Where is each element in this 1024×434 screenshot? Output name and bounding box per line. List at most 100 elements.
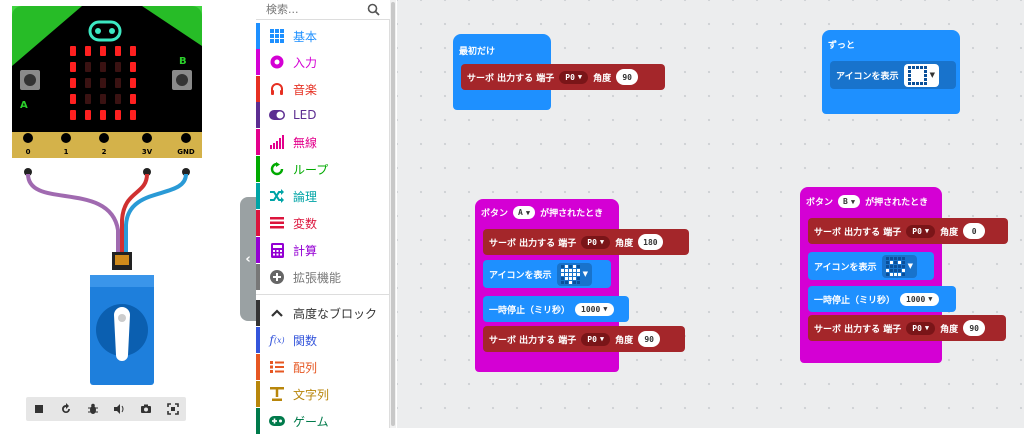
gamepad-icon <box>269 413 285 429</box>
toolbox: 基本 入力 音楽 LED 無線 ループ 論理 <box>256 0 390 434</box>
category-input[interactable]: 入力 <box>256 49 390 75</box>
fullscreen-icon[interactable] <box>163 399 183 419</box>
sound-icon[interactable] <box>109 399 129 419</box>
servo-write-block[interactable]: サーボ 出力する 端子 P0 ▼ 角度 90 <box>461 64 665 90</box>
category-label: 入力 <box>293 55 318 70</box>
input-icon <box>269 54 285 70</box>
icon-dropdown[interactable]: ▼ <box>903 63 939 87</box>
servo-write-block[interactable]: サーボ 出力する 端子 P0 ▼ 角度 90 <box>483 326 685 352</box>
search-icon[interactable] <box>367 3 380 16</box>
category-label: 拡張機能 <box>293 270 342 285</box>
toggle-icon <box>269 107 285 123</box>
servo-write-block[interactable]: サーボ 出力する 端子 P0 ▼ 角度 0 <box>808 218 1008 244</box>
calculator-icon <box>269 242 285 258</box>
show-icon-block[interactable]: アイコンを表示 ▼ <box>808 252 934 280</box>
toolbox-scrollbar[interactable] <box>390 0 396 428</box>
category-label: 配列 <box>293 360 318 375</box>
servo-write-block[interactable]: サーボ 出力する 端子 P0 ▼ 角度 90 <box>808 315 1006 341</box>
headphones-icon <box>269 81 285 97</box>
text-icon <box>269 386 285 402</box>
stop-icon[interactable] <box>29 399 49 419</box>
angle-label: 角度 <box>615 238 634 249</box>
square-icon <box>907 65 927 85</box>
category-extensions[interactable]: 拡張機能 <box>256 264 390 290</box>
button-a[interactable] <box>24 74 36 86</box>
servo-label: サーボ 出力する 端子 <box>489 335 577 346</box>
pin-dropdown[interactable]: P0 ▼ <box>559 70 589 84</box>
servo-label: サーボ 出力する 端子 <box>467 73 555 84</box>
servo-wiring <box>24 168 190 385</box>
pause-dropdown[interactable]: 1000 ▼ <box>575 302 614 316</box>
servo-label: サーボ 出力する 端子 <box>489 238 577 249</box>
divider <box>256 294 390 295</box>
restart-icon[interactable] <box>56 399 76 419</box>
pause-block[interactable]: 一時停止（ミリ秒） 1000 ▼ <box>808 286 956 312</box>
shuffle-icon <box>269 188 285 204</box>
category-label: 文字列 <box>293 387 330 402</box>
angle-input[interactable]: 90 <box>616 69 639 85</box>
icon-dropdown[interactable]: ▼ <box>881 254 917 278</box>
category-logic[interactable]: 論理 <box>256 183 390 209</box>
simulator-toolbar <box>26 397 186 421</box>
blocks-workspace[interactable]: 最初だけ サーボ 出力する 端子 P0 ▼ 角度 90 ずっと アイコンを表示 ▼… <box>397 0 1024 428</box>
category-label: 基本 <box>293 29 318 44</box>
category-math[interactable]: 計算 <box>256 237 390 263</box>
pause-dropdown[interactable]: 1000 ▼ <box>900 292 939 306</box>
pin-dropdown[interactable]: P0 ▼ <box>581 235 611 249</box>
screenshot-icon[interactable] <box>136 399 156 419</box>
category-label: 計算 <box>293 243 318 258</box>
category-label: 論理 <box>293 189 318 204</box>
category-arrays[interactable]: 配列 <box>256 354 390 380</box>
simulator-panel: A B 0 1 2 3V GND <box>0 0 248 428</box>
search-input[interactable] <box>266 1 366 17</box>
category-text[interactable]: 文字列 <box>256 381 390 407</box>
angle-input[interactable]: 90 <box>963 320 986 336</box>
pin-dropdown[interactable]: P0 ▼ <box>906 321 936 335</box>
loop-icon <box>269 161 285 177</box>
button-event-header: ボタン B ▼ が押されたとき <box>806 195 929 208</box>
category-basic[interactable]: 基本 <box>256 23 390 49</box>
pause-label: 一時停止（ミリ秒） <box>489 305 571 316</box>
button-dropdown[interactable]: B ▼ <box>838 195 861 208</box>
category-variables[interactable]: 変数 <box>256 210 390 236</box>
category-functions[interactable]: f (x) 関数 <box>256 327 390 353</box>
show-icon-block[interactable]: アイコンを表示 ▼ <box>483 260 611 288</box>
angle-input[interactable]: 0 <box>963 223 986 239</box>
servo-write-block[interactable]: サーボ 出力する 端子 P0 ▼ 角度 180 <box>483 229 689 255</box>
category-advanced[interactable]: 高度なブロック <box>256 300 390 326</box>
pin-dropdown[interactable]: P0 ▼ <box>581 332 611 346</box>
category-label: 関数 <box>293 333 318 348</box>
on-start-label: 最初だけ <box>459 47 496 57</box>
microbit-board: A B 0 1 2 3V GND <box>12 6 202 158</box>
angle-input[interactable]: 90 <box>638 331 661 347</box>
button-dropdown[interactable]: A ▼ <box>513 206 536 219</box>
show-icon-label: アイコンを表示 <box>489 270 552 281</box>
pause-block[interactable]: 一時停止（ミリ秒） 1000 ▼ <box>483 296 629 322</box>
chevron-left-icon: ‹ <box>245 251 251 267</box>
pin-dropdown[interactable]: P0 ▼ <box>906 224 936 238</box>
category-game[interactable]: ゲーム <box>256 408 390 434</box>
button-event-header: ボタン A ▼ が押されたとき <box>481 206 604 219</box>
angle-label: 角度 <box>615 335 634 346</box>
list-icon <box>269 359 285 375</box>
button-b[interactable] <box>176 74 188 86</box>
collapse-simulator-button[interactable]: ‹ <box>240 197 256 321</box>
angle-label: 角度 <box>940 324 959 335</box>
smiley-icon <box>885 256 905 276</box>
debug-icon[interactable] <box>83 399 103 419</box>
angle-input[interactable]: 180 <box>638 234 663 250</box>
category-radio[interactable]: 無線 <box>256 129 390 155</box>
category-loops[interactable]: ループ <box>256 156 390 182</box>
lines-icon <box>269 215 285 231</box>
category-led[interactable]: LED <box>256 102 390 128</box>
category-music[interactable]: 音楽 <box>256 76 390 102</box>
category-label: 変数 <box>293 216 318 231</box>
toolbox-search <box>256 0 390 20</box>
servo-label: サーボ 出力する 端子 <box>814 227 902 238</box>
icon-dropdown[interactable]: ▼ <box>556 262 592 286</box>
category-label: ゲーム <box>293 414 329 429</box>
show-icon-block[interactable]: アイコンを表示 ▼ <box>830 61 956 89</box>
svg-text:B: B <box>179 56 187 67</box>
show-icon-label: アイコンを表示 <box>836 71 899 82</box>
category-label: 高度なブロック <box>293 306 378 321</box>
